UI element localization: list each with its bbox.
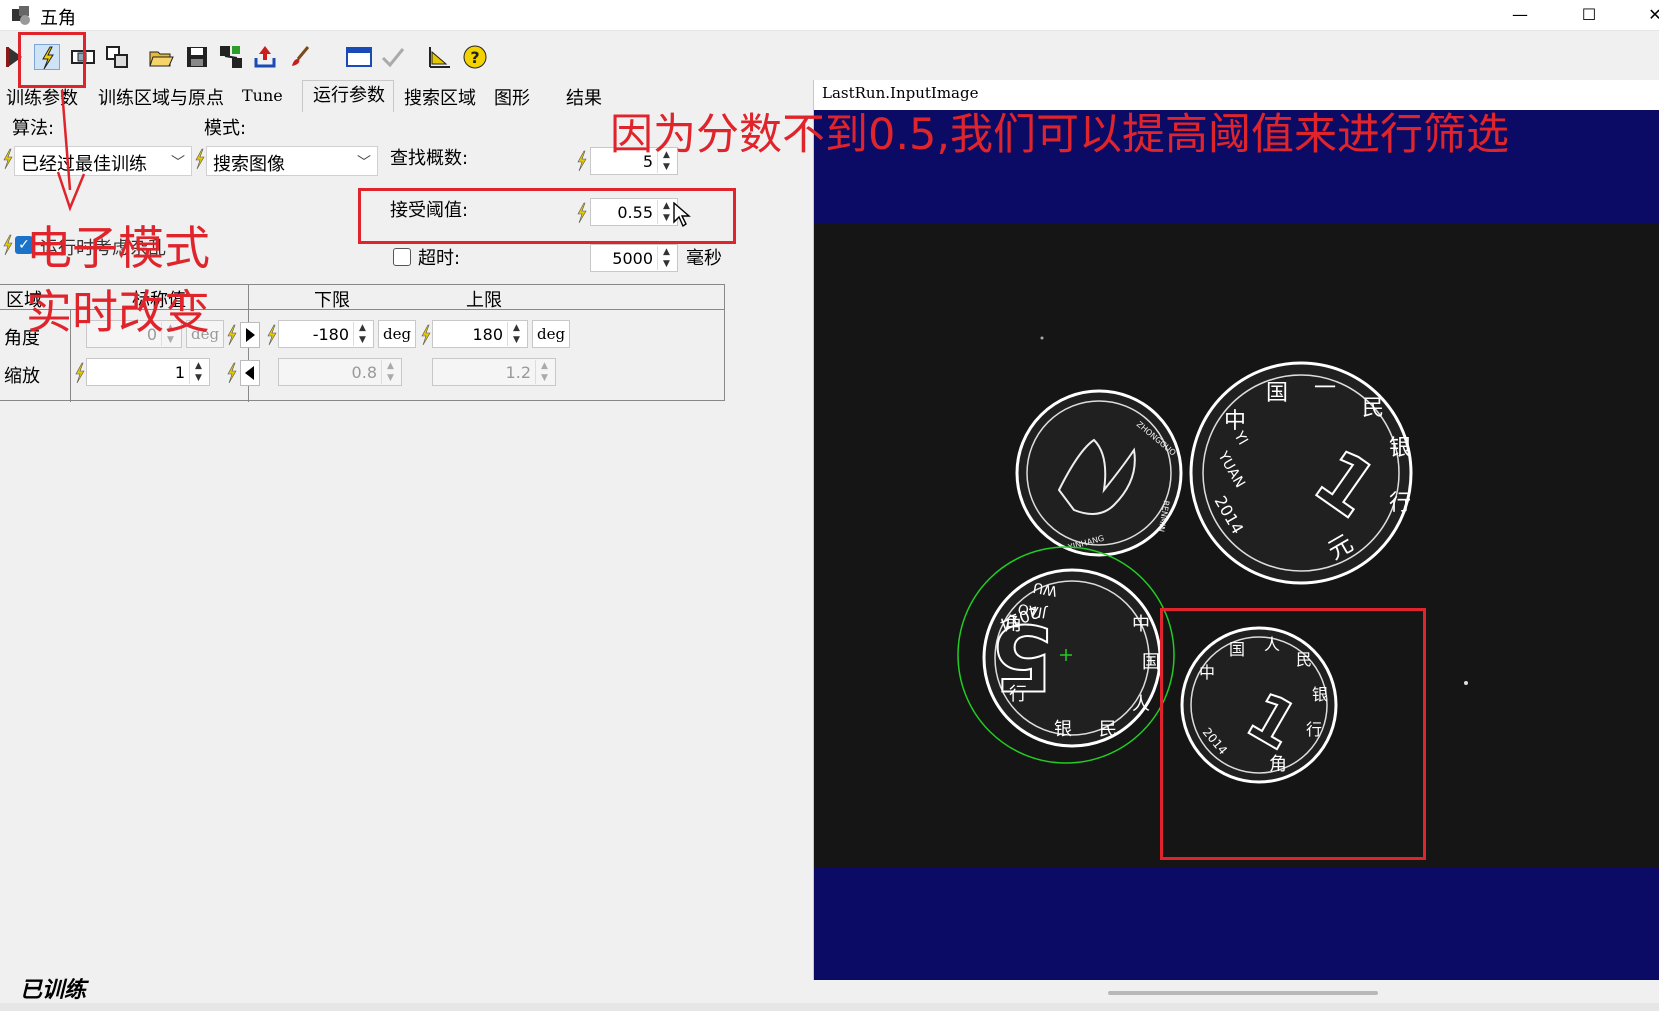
tab-graphics[interactable]: 图形 xyxy=(490,84,534,110)
svg-text:一: 一 xyxy=(1314,376,1336,401)
bolt-icon xyxy=(2,234,14,256)
measure-icon[interactable] xyxy=(426,44,452,70)
check-icon[interactable] xyxy=(380,44,406,70)
tab-run-params[interactable]: 运行参数 xyxy=(302,80,394,112)
spinner-arrows-icon[interactable]: ▲ ▼ xyxy=(189,360,207,384)
svg-text:国: 国 xyxy=(1266,381,1288,406)
annotation-box-toolbar xyxy=(18,32,86,88)
algorithm-select[interactable]: 已经过最佳训练 ﹀ xyxy=(14,146,192,176)
svg-text:银: 银 xyxy=(1054,719,1072,740)
timeout-label: 超时: xyxy=(418,248,461,269)
timeout-spinner[interactable]: 5000 ▲ ▼ xyxy=(590,244,678,272)
collapse-left-icon[interactable] xyxy=(240,360,260,386)
save-icon[interactable] xyxy=(184,44,210,70)
svg-text:人: 人 xyxy=(1132,694,1150,715)
window-title: 五角 xyxy=(40,8,76,29)
annotation-arrow-icon xyxy=(56,89,86,218)
svg-text:国: 国 xyxy=(1142,652,1160,673)
annotation-box-coin xyxy=(1160,608,1426,860)
tab-search-region[interactable]: 搜索区域 xyxy=(400,84,480,110)
mode-label: 模式: xyxy=(204,118,247,139)
spinner-arrows-icon: ▲ ▼ xyxy=(535,360,553,384)
scale-low-spinner: 0.8 ▲ ▼ xyxy=(278,358,402,386)
bolt-icon xyxy=(266,324,278,346)
mode-select[interactable]: 搜索图像 ﹀ xyxy=(206,146,378,176)
speck xyxy=(1464,681,1468,685)
svg-text:行: 行 xyxy=(1389,491,1411,516)
horizontal-scrollbar[interactable] xyxy=(1108,991,1378,995)
toolbar: ? xyxy=(0,40,800,76)
expand-right-icon[interactable] xyxy=(240,322,260,348)
scale-nominal-value: 1 xyxy=(174,363,185,382)
algorithm-label: 算法: xyxy=(12,118,55,139)
timeout-value: 5000 xyxy=(612,249,653,268)
grid-header-high: 上限 xyxy=(466,290,502,311)
speck xyxy=(1040,336,1044,340)
svg-text:民: 民 xyxy=(1099,719,1117,740)
bolt-icon xyxy=(74,362,86,384)
tab-results[interactable]: 结果 xyxy=(562,84,606,110)
angle-low-unit: deg xyxy=(378,320,417,348)
tab-tune[interactable]: Tune xyxy=(238,86,287,112)
bolt-icon xyxy=(226,324,238,346)
scale-high-spinner: 1.2 ▲ ▼ xyxy=(432,358,556,386)
close-button[interactable]: ✕ xyxy=(1640,3,1659,27)
annotation-box-threshold xyxy=(358,188,736,244)
open-icon[interactable] xyxy=(148,44,174,70)
svg-text:?: ? xyxy=(470,48,479,67)
chevron-down-icon: ﹀ xyxy=(171,155,185,171)
scale-label: 缩放 xyxy=(4,366,40,387)
find-count-label: 查找概数: xyxy=(390,148,469,169)
bottom-strip xyxy=(0,1003,1659,1011)
timeout-checkbox[interactable] xyxy=(393,248,411,266)
bolt-icon xyxy=(226,362,238,384)
scale-low-value: 0.8 xyxy=(351,363,377,382)
coin-flower: ZHONGGUO RENMIN YINHANG xyxy=(1015,389,1183,557)
scale-nominal-spinner[interactable]: 1 ▲ ▼ xyxy=(86,358,210,386)
bolt-icon xyxy=(576,150,588,172)
app-icon xyxy=(10,5,32,27)
bolt-icon xyxy=(194,148,206,170)
annotation-realtime-change: 实时改变 xyxy=(26,285,210,339)
bolt-icon xyxy=(420,324,432,346)
timeout-unit: 毫秒 xyxy=(686,248,722,269)
brush-icon[interactable] xyxy=(288,44,314,70)
chevron-down-icon: ﹀ xyxy=(357,155,371,171)
grid-header-low: 下限 xyxy=(314,290,350,311)
angle-low-value: -180 xyxy=(312,325,349,344)
spinner-arrows-icon[interactable]: ▲ ▼ xyxy=(353,322,371,346)
coin-one-yuan: 1 中 国 一 民 银 行 元 2014 YI YUAN xyxy=(1189,361,1413,585)
minimize-button[interactable]: — xyxy=(1505,3,1535,27)
title-bar: 五角 — ☐ ✕ xyxy=(0,0,1659,31)
spinner-arrows-icon: ▲ ▼ xyxy=(381,360,399,384)
annotation-electronic-mode: 电子模式 xyxy=(26,221,210,275)
svg-text:银: 银 xyxy=(1389,436,1411,461)
network-icon[interactable] xyxy=(218,44,244,70)
status-label: 已训练 xyxy=(20,978,87,1003)
annotation-score-note: 因为分数不到0.5,我们可以提高阈值来进行筛选 xyxy=(610,110,1510,160)
spinner-arrows-icon[interactable]: ▲ ▼ xyxy=(507,322,525,346)
tab-train-region[interactable]: 训练区域与原点 xyxy=(94,84,228,110)
help-icon[interactable]: ? xyxy=(462,44,488,70)
angle-high-unit: deg xyxy=(532,320,571,348)
bolt-icon xyxy=(2,148,14,170)
mode-value: 搜索图像 xyxy=(213,154,285,175)
angle-high-value: 180 xyxy=(472,325,503,344)
svg-text:行: 行 xyxy=(1009,684,1027,705)
scale-high-value: 1.2 xyxy=(505,363,531,382)
number-icon[interactable] xyxy=(346,44,374,70)
maximize-button[interactable]: ☐ xyxy=(1574,3,1604,27)
svg-text:民: 民 xyxy=(1362,396,1384,421)
spinner-arrows-icon[interactable]: ▲ ▼ xyxy=(657,246,675,270)
import-icon[interactable] xyxy=(252,44,278,70)
angle-low-spinner[interactable]: -180 ▲ ▼ xyxy=(278,320,374,348)
svg-text:中: 中 xyxy=(1132,614,1150,635)
angle-high-spinner[interactable]: 180 ▲ ▼ xyxy=(432,320,528,348)
svg-text:角: 角 xyxy=(1004,614,1022,635)
copy-icon[interactable] xyxy=(104,44,130,70)
